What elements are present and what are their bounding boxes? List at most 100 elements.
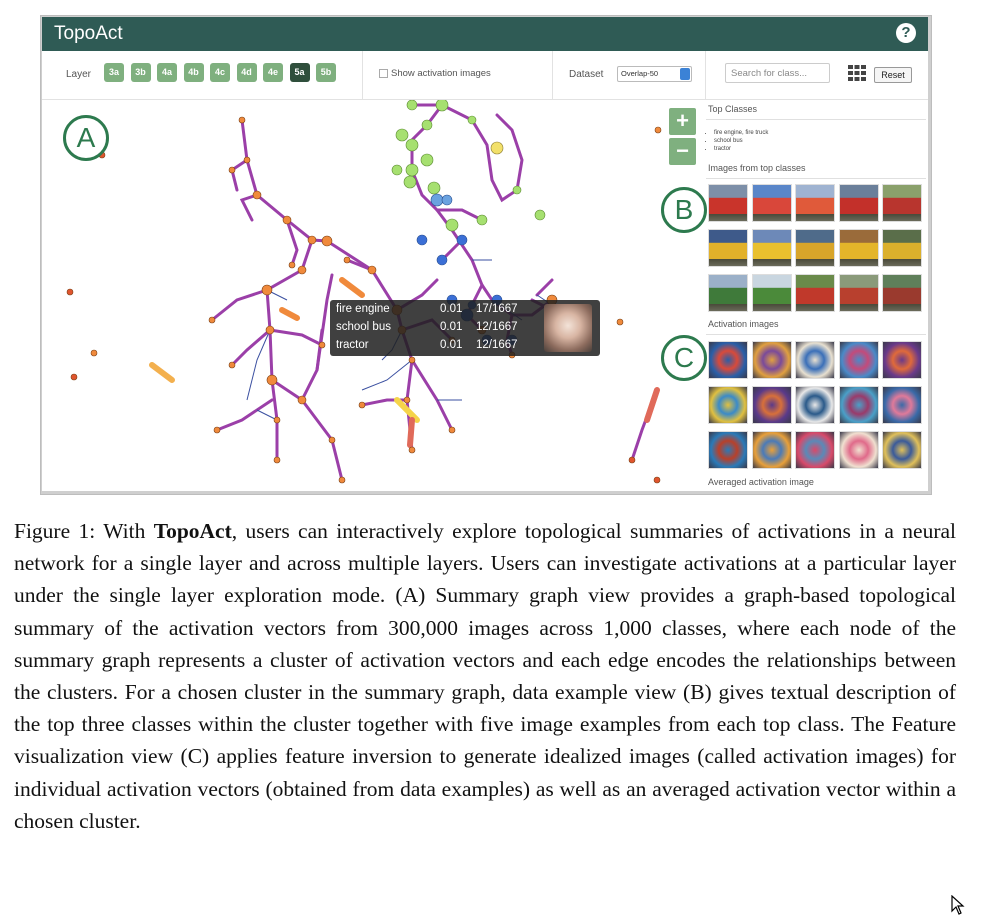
layer-button-3b[interactable]: 3b xyxy=(130,63,151,82)
graph-node xyxy=(436,254,448,266)
graph-edge xyxy=(215,398,274,432)
activation-image-thumbnail[interactable] xyxy=(751,386,792,424)
search-input[interactable]: Search for class... xyxy=(725,63,830,83)
zoom-out-button[interactable]: − xyxy=(669,138,696,165)
mouse-cursor-icon xyxy=(951,895,965,915)
graph-node xyxy=(297,395,307,405)
example-image-thumbnail[interactable] xyxy=(882,274,922,312)
example-image-thumbnail[interactable] xyxy=(882,229,922,267)
graph-node xyxy=(405,138,419,152)
graph-node xyxy=(213,426,221,434)
graph-node xyxy=(208,316,216,324)
divider xyxy=(706,334,926,335)
layer-button-4c[interactable]: 4c xyxy=(210,63,230,82)
example-image-thumbnail[interactable] xyxy=(795,274,835,312)
graph-node xyxy=(435,98,449,112)
data-example-view-label: B xyxy=(661,187,707,233)
layer-button-4d[interactable]: 4d xyxy=(236,63,257,82)
graph-node xyxy=(430,193,444,207)
graph-node xyxy=(343,256,351,264)
tooltip-activation-image xyxy=(544,304,592,352)
graph-node xyxy=(653,476,661,484)
help-icon[interactable]: ? xyxy=(896,23,916,43)
example-image-thumbnail[interactable] xyxy=(795,184,835,222)
example-image-thumbnail[interactable] xyxy=(838,229,879,267)
graph-node xyxy=(243,156,251,164)
activation-image-thumbnail[interactable] xyxy=(882,341,922,379)
example-image-thumbnail[interactable] xyxy=(708,274,748,312)
activation-image-thumbnail[interactable] xyxy=(751,341,792,379)
graph-edge xyxy=(270,378,344,482)
layer-button-5b[interactable]: 5b xyxy=(316,63,336,82)
graph-node xyxy=(403,175,417,189)
graph-node xyxy=(328,436,336,444)
example-image-thumbnail[interactable] xyxy=(795,229,835,267)
graph-node xyxy=(391,164,403,176)
tooltip-class-name: school bus xyxy=(336,321,391,333)
activation-image-thumbnail[interactable] xyxy=(708,386,748,424)
tooltip-count: 12/1667 xyxy=(476,321,518,333)
graph-node xyxy=(421,119,433,131)
graph-node xyxy=(448,426,456,434)
reset-button[interactable]: Reset xyxy=(874,67,912,83)
graph-edge xyxy=(230,328,272,367)
layer-button-4a[interactable]: 4a xyxy=(157,63,177,82)
graph-node xyxy=(406,99,418,111)
graph-node xyxy=(654,126,662,134)
example-image-thumbnail[interactable] xyxy=(838,274,879,312)
example-image-thumbnail[interactable] xyxy=(882,184,922,222)
graph-edge-highlight xyxy=(407,417,415,448)
graph-edge xyxy=(239,193,259,222)
graph-node xyxy=(616,318,624,326)
activation-image-thumbnail[interactable] xyxy=(795,431,835,469)
example-image-thumbnail[interactable] xyxy=(708,229,748,267)
top-class-item: tractor xyxy=(714,145,768,153)
layer-button-4b[interactable]: 4b xyxy=(183,63,204,82)
graph-edge-highlight xyxy=(149,362,175,383)
activation-image-thumbnail[interactable] xyxy=(708,341,748,379)
averaged-title: Averaged activation image xyxy=(708,477,814,487)
activation-image-thumbnail[interactable] xyxy=(708,431,748,469)
graph-node xyxy=(441,194,453,206)
feature-visualization-view-label: C xyxy=(661,335,707,381)
top-classes-list: fire engine, fire truck school bus tract… xyxy=(708,129,768,153)
activation-image-thumbnail[interactable] xyxy=(795,386,835,424)
example-image-thumbnail[interactable] xyxy=(751,274,792,312)
example-image-thumbnail[interactable] xyxy=(751,184,792,222)
graph-node xyxy=(476,214,488,226)
sidebar: Top Classes fire engine, fire truck scho… xyxy=(704,100,928,491)
app-title: TopoAct xyxy=(54,23,123,44)
zoom-in-button[interactable]: + xyxy=(669,108,696,135)
activation-image-thumbnail[interactable] xyxy=(838,386,879,424)
graph-node xyxy=(534,209,546,221)
graph-view-label: A xyxy=(63,115,109,161)
layer-button-5a[interactable]: 5a xyxy=(289,63,310,82)
graph-node xyxy=(282,215,292,225)
graph-node xyxy=(408,356,416,364)
graph-edge xyxy=(361,359,413,391)
grid-icon[interactable] xyxy=(848,65,866,81)
graph-node xyxy=(238,116,246,124)
graph-node xyxy=(427,181,441,195)
dataset-select[interactable]: Overlap-50 xyxy=(617,66,692,82)
layer-button-4e[interactable]: 4e xyxy=(263,63,283,82)
example-image-thumbnail[interactable] xyxy=(751,229,792,267)
show-activation-toggle[interactable]: Show activation images xyxy=(379,68,491,79)
example-image-thumbnail[interactable] xyxy=(708,184,748,222)
summary-graph[interactable] xyxy=(42,98,704,491)
activation-image-thumbnail[interactable] xyxy=(838,341,879,379)
toolbar-divider xyxy=(705,51,706,99)
tooltip-value: 0.01 xyxy=(440,321,463,333)
graph-node xyxy=(90,349,98,357)
activation-image-thumbnail[interactable] xyxy=(751,431,792,469)
example-image-thumbnail[interactable] xyxy=(838,184,879,222)
summary-graph-view[interactable]: A + − fire engine 0.01 17/1667 school bu… xyxy=(42,98,704,491)
activation-image-thumbnail[interactable] xyxy=(882,431,922,469)
graph-node xyxy=(456,234,468,246)
activation-image-thumbnail[interactable] xyxy=(838,431,879,469)
layer-button-3a[interactable]: 3a xyxy=(104,63,124,82)
activation-image-thumbnail[interactable] xyxy=(795,341,835,379)
checkbox-icon[interactable] xyxy=(379,68,388,78)
graph-node xyxy=(416,234,428,246)
activation-image-thumbnail[interactable] xyxy=(882,386,922,424)
